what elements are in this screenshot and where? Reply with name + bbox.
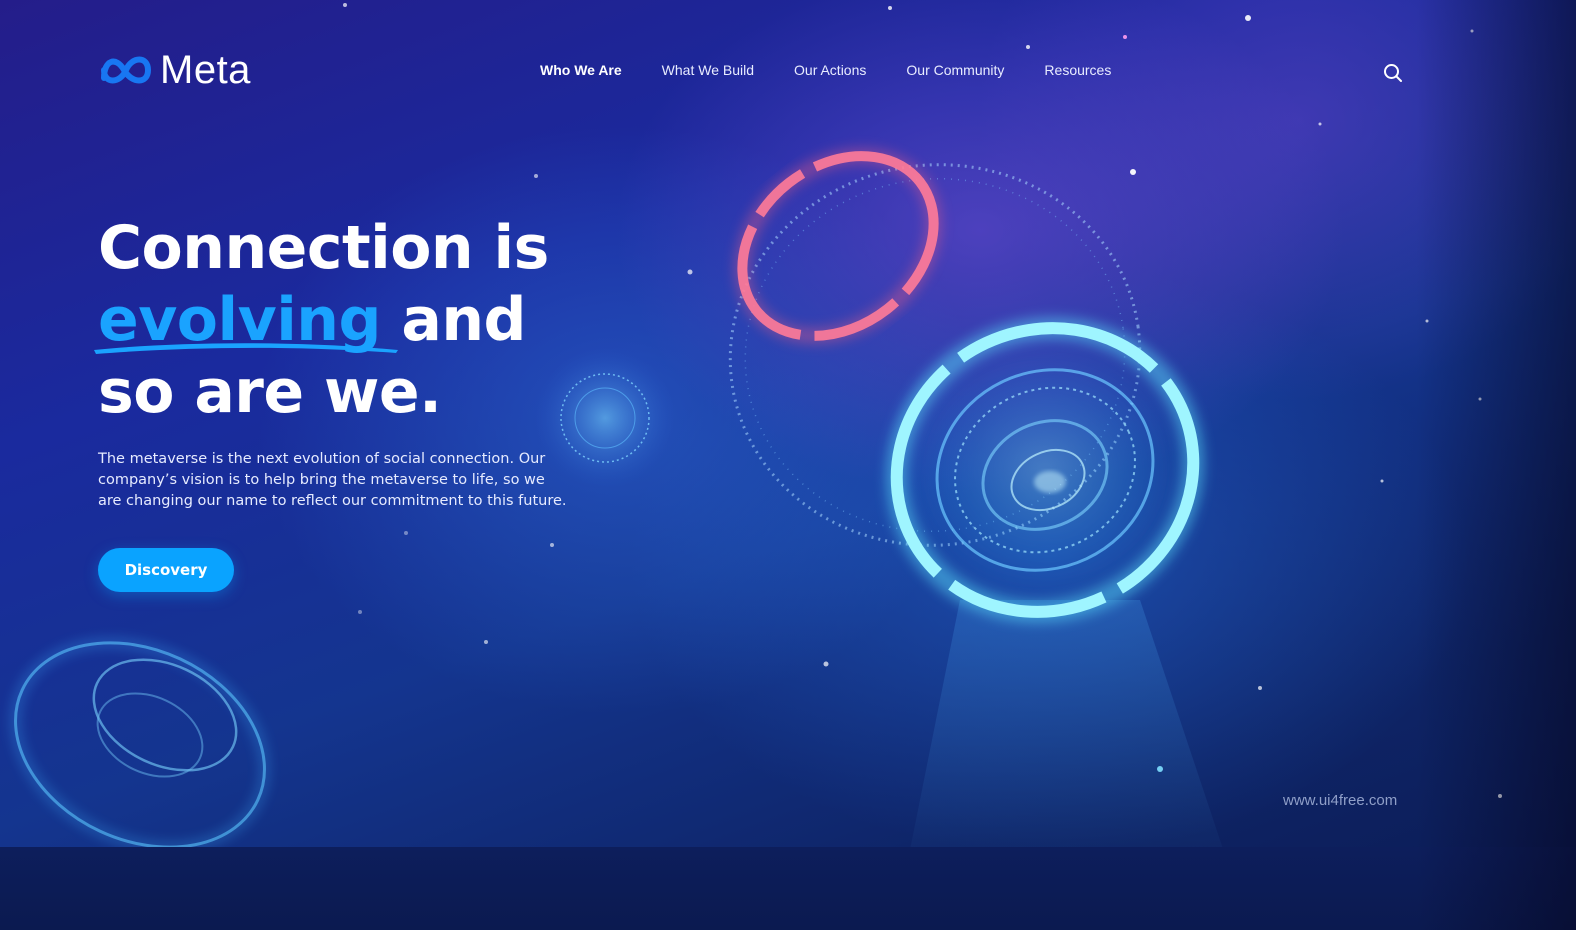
red-ring bbox=[734, 148, 942, 344]
bottom-left-rings bbox=[10, 637, 270, 853]
brand-name: Meta bbox=[160, 48, 251, 92]
nav-item-who-we-are[interactable]: Who We Are bbox=[540, 62, 622, 78]
nav-item-what-we-build[interactable]: What We Build bbox=[662, 62, 754, 78]
nav-item-resources[interactable]: Resources bbox=[1044, 62, 1111, 78]
landing-page: Meta Who We Are What We Build Our Action… bbox=[0, 0, 1576, 930]
hero-description: The metaverse is the next evolution of s… bbox=[98, 451, 567, 509]
bottom-strip bbox=[0, 847, 1576, 930]
watermark-text: www.ui4free.com bbox=[1283, 792, 1398, 809]
discovery-button[interactable]: Discovery bbox=[98, 548, 234, 592]
main-nav: Who We Are What We Build Our Actions Our… bbox=[540, 62, 1111, 78]
hero-title: Connection is evolving and so are we. bbox=[98, 212, 549, 428]
nav-item-our-community[interactable]: Our Community bbox=[906, 62, 1004, 78]
meta-infinity-icon bbox=[101, 56, 152, 84]
search-icon bbox=[1384, 64, 1402, 82]
brand-logo[interactable]: Meta bbox=[100, 50, 251, 90]
hero-title-line3: so are we. bbox=[98, 357, 442, 427]
highlight-underline-swoosh bbox=[94, 343, 398, 354]
search-button[interactable] bbox=[1380, 60, 1406, 86]
nav-item-our-actions[interactable]: Our Actions bbox=[794, 62, 866, 78]
cyan-portal bbox=[880, 317, 1210, 623]
hero-title-line1: Connection is bbox=[98, 213, 549, 283]
